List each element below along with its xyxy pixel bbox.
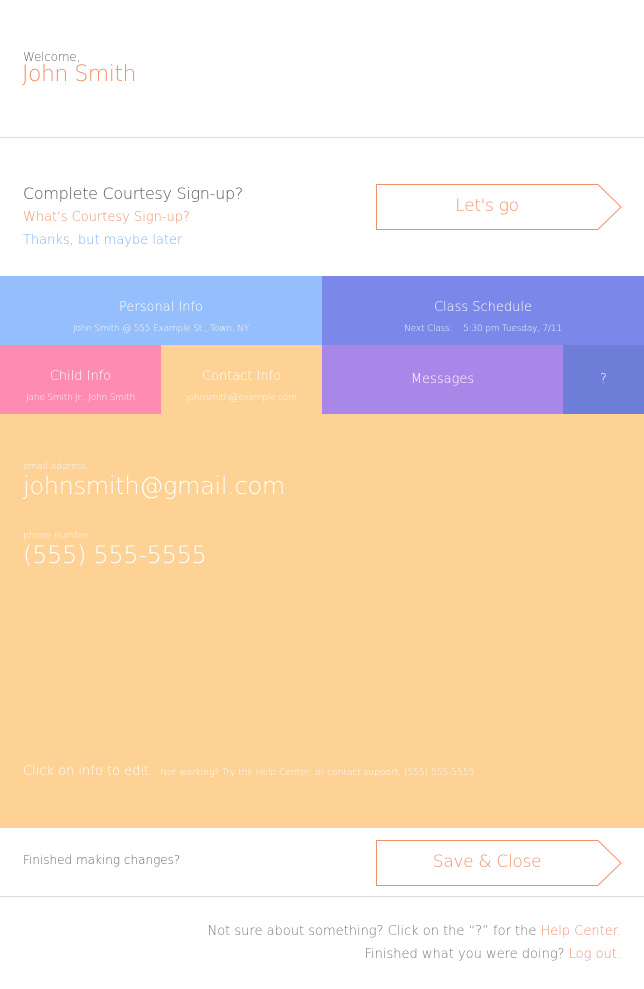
edit-hint: Click on info to edit. Not working? Try …	[23, 760, 474, 779]
tile-class-schedule[interactable]: Class Schedule Next Class: 5:30 pm Tuesd…	[322, 276, 644, 345]
footer-logout-line: Finished what you were doing? Log out.	[207, 943, 621, 966]
finished-question: Finished making changes?	[23, 853, 181, 867]
tile-contact-info[interactable]: Contact Info johnsmith@example.com	[161, 345, 322, 414]
phone-label: phone number	[23, 531, 90, 541]
tile-title: Personal Info	[119, 300, 203, 315]
save-row: Finished making changes? Save & Close	[0, 828, 644, 897]
email-label: email address	[23, 462, 87, 472]
header: Welcome, John Smith	[0, 0, 644, 138]
edit-hint-main: Click on info to edit.	[23, 764, 154, 779]
save-close-button-label: Save & Close	[432, 852, 542, 872]
save-close-button[interactable]: Save & Close	[376, 840, 622, 886]
footer-help-line: Not sure about something? Click on the “…	[207, 920, 621, 943]
tile-help[interactable]: ?	[563, 345, 644, 414]
footer-help-text: Not sure about something? Click on the “…	[207, 924, 541, 939]
tile-personal-info[interactable]: Personal Info John Smith @ 555 Example S…	[0, 276, 322, 345]
tile-title: Child Info	[49, 369, 112, 384]
tile-messages[interactable]: Messages	[322, 345, 563, 414]
tile-title: Class Schedule	[433, 300, 533, 315]
footer: Not sure about something? Click on the “…	[207, 920, 621, 966]
maybe-later-link[interactable]: Thanks, but maybe later	[23, 233, 182, 248]
email-value[interactable]: johnsmith@gmail.com	[23, 472, 285, 500]
help-question-icon: ?	[600, 372, 607, 387]
tile-subtitle: Next Class: 5:30 pm Tuesday, 7/11	[404, 324, 562, 334]
lets-go-button[interactable]: Let's go	[376, 184, 622, 230]
phone-value[interactable]: (555) 555-5555	[23, 541, 207, 569]
tile-subtitle: johnsmith@example.com	[186, 393, 297, 403]
signup-section: Complete Courtesy Sign-up? What's Courte…	[0, 138, 644, 276]
lets-go-button-label: Let's go	[455, 196, 519, 216]
footer-logout-text: Finished what you were doing?	[364, 947, 569, 962]
user-name: John Smith	[22, 62, 136, 87]
contact-info-panel: email address johnsmith@gmail.com phone …	[0, 414, 644, 828]
tile-child-info[interactable]: Child Info Jane Smith Jr., John Smith	[0, 345, 161, 414]
tile-title: Contact Info	[201, 369, 282, 384]
tile-subtitle: John Smith @ 555 Example St., Town, NY	[72, 324, 250, 334]
edit-hint-support: Not working? Try the Help Center, or con…	[160, 768, 475, 778]
tile-title: Messages	[410, 372, 475, 387]
tile-subtitle: Jane Smith Jr., John Smith	[26, 393, 135, 403]
whats-courtesy-signup-link[interactable]: What's Courtesy Sign-up?	[23, 210, 190, 225]
help-center-link[interactable]: Help Center.	[541, 924, 621, 939]
logout-link[interactable]: Log out.	[569, 947, 621, 962]
signup-title: Complete Courtesy Sign-up?	[23, 184, 243, 203]
nav-tiles: Personal Info John Smith @ 555 Example S…	[0, 276, 644, 414]
